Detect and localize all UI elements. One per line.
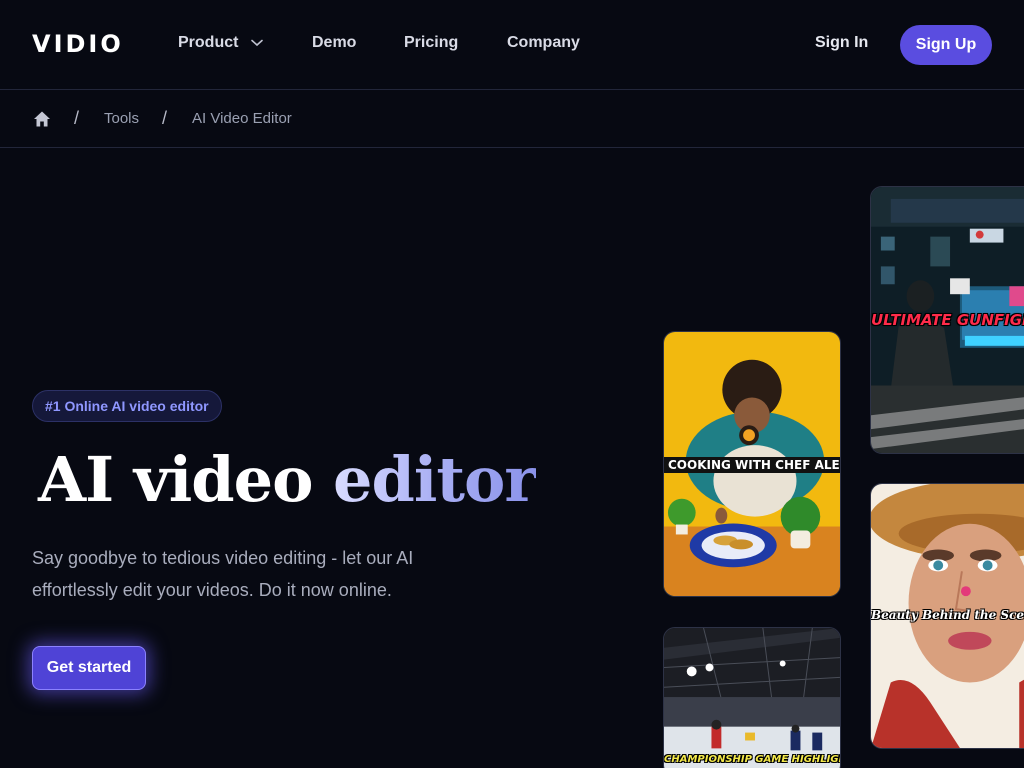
nav-company[interactable]: Company [507,34,580,52]
sign-in-link[interactable]: Sign In [815,34,868,52]
breadcrumb-separator: / [74,108,80,128]
breadcrumb-tools[interactable]: Tools [104,110,139,127]
nav-pricing[interactable]: Pricing [404,34,458,52]
nav-demo[interactable]: Demo [312,34,356,52]
nav-product[interactable]: Product [178,34,263,52]
nav-product-label: Product [178,34,239,51]
sign-up-button[interactable]: Sign Up [900,25,992,65]
hero-title-part1: AI video [38,443,313,516]
cooking-caption: COOKING WITH CHEF ALEX [664,457,840,473]
video-card-gaming[interactable]: ULTIMATE GUNFIGHT [870,186,1024,454]
top-nav: VIDIO Product Demo Pricing Company Sign … [0,0,1024,90]
get-started-button[interactable]: Get started [32,646,146,690]
breadcrumb-separator: / [162,108,168,128]
breadcrumb-current: AI Video Editor [192,110,292,127]
video-card-hockey[interactable]: CHAMPIONSHIP GAME HIGHLIGHTS [663,627,841,768]
beauty-caption: Beauty Behind the Scenes [871,608,1024,622]
hockey-caption: CHAMPIONSHIP GAME HIGHLIGHTS [664,754,840,765]
hero-title-part2: editor [333,443,537,516]
hero-badge: #1 Online AI video editor [32,390,222,422]
home-icon[interactable] [33,110,51,128]
page: VIDIO Product Demo Pricing Company Sign … [0,0,1024,768]
breadcrumb: / Tools / AI Video Editor [0,90,1024,148]
chevron-down-icon [251,39,263,46]
cooking-caption-text: COOKING WITH CHEF ALEX [664,457,840,473]
hero-title: AI video editor [38,443,537,516]
gaming-caption: ULTIMATE GUNFIGHT [871,311,1024,329]
hero-description: Say goodbye to tedious video editing - l… [32,548,414,600]
hockey-thumbnail [664,628,840,768]
video-card-cooking[interactable]: COOKING WITH CHEF ALEX [663,331,841,597]
vidio-logo[interactable]: VIDIO [32,30,124,58]
video-card-beauty[interactable]: Beauty Behind the Scenes [870,483,1024,749]
